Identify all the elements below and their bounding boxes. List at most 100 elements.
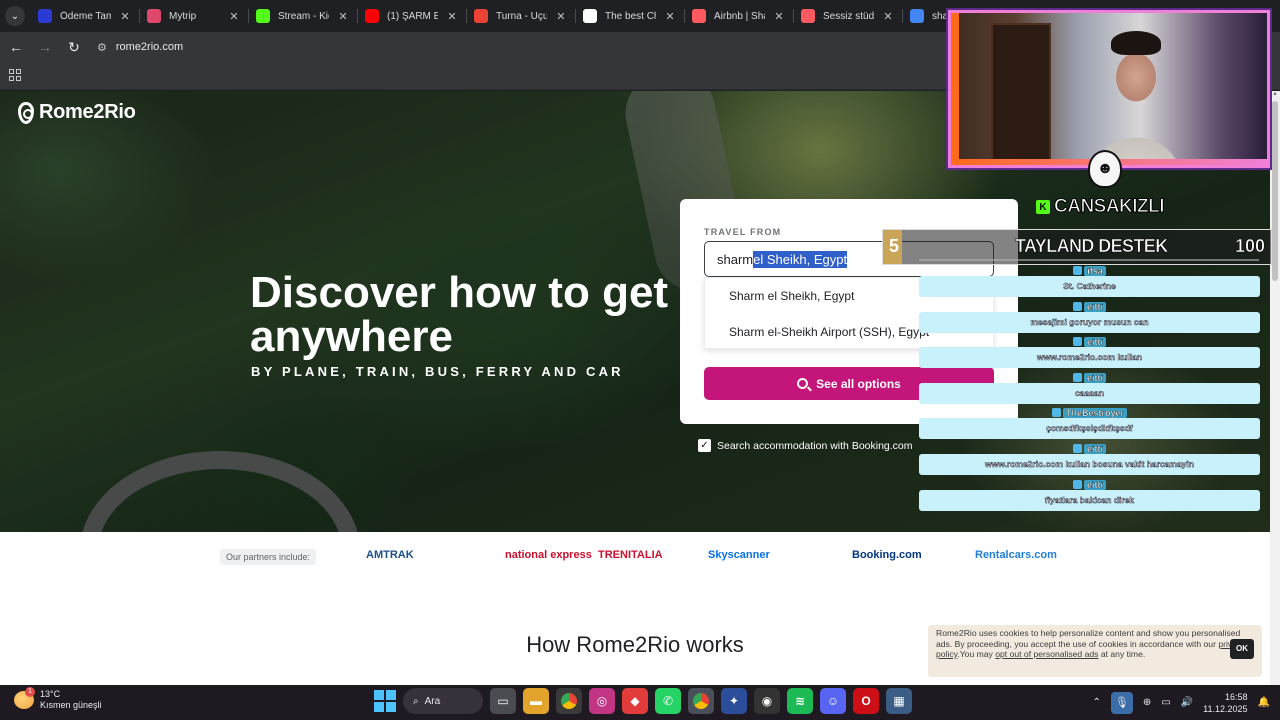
taskbar-search[interactable]: ⌕ Ara: [403, 688, 483, 714]
close-icon[interactable]: ✕: [882, 10, 894, 23]
chat-text: fiyatlara bakican direk: [919, 489, 1260, 511]
apps-grid-icon[interactable]: [9, 69, 21, 81]
goal-title: TAYLAND DESTEK: [1015, 236, 1169, 257]
tab-title: Stream - Kick: [278, 10, 329, 22]
scroll-thumb[interactable]: [1272, 101, 1278, 281]
chrome-active-icon[interactable]: [688, 688, 714, 714]
chat-badge-icon: [1051, 408, 1061, 418]
browser-tab[interactable]: The best Chat ✕: [575, 0, 684, 32]
rome2rio-logo[interactable]: Rome2Rio: [18, 101, 136, 124]
kick-icon: [256, 9, 270, 23]
see-all-options-label: See all options: [816, 376, 901, 391]
browser-tab[interactable]: Turna - Uçuş ✕: [466, 0, 575, 32]
browser-tab[interactable]: Ödeme Tamam ✕: [30, 0, 139, 32]
close-icon[interactable]: ✕: [337, 10, 349, 23]
browser-tab[interactable]: (1) ŞARM EL Ş ✕: [357, 0, 466, 32]
back-button[interactable]: ←: [3, 34, 29, 60]
close-icon[interactable]: ✕: [228, 10, 240, 23]
chevron-up-icon[interactable]: ⌃: [1092, 697, 1100, 708]
tab-title: Ödeme Tamam: [60, 10, 111, 22]
weather-widget[interactable]: 1 13°C Kısmen güneşli: [14, 687, 102, 711]
notification-bell-icon[interactable]: 🔔: [1258, 697, 1270, 708]
close-icon[interactable]: ✕: [119, 10, 131, 23]
partners-label: Our partners include:: [220, 549, 317, 565]
display-icon[interactable]: ▭: [1161, 697, 1170, 708]
chrome-icon[interactable]: [556, 688, 582, 714]
location-pin-icon: [18, 101, 34, 124]
cookie-ok-button[interactable]: OK: [1230, 639, 1254, 659]
arrow-left-icon: ←: [9, 39, 23, 55]
chat-badge-icon: [1072, 479, 1082, 489]
chat-icon: [583, 9, 597, 23]
close-icon[interactable]: ✕: [555, 10, 567, 23]
chat-text: çomsdfkşslşdkfkşsdf: [919, 418, 1260, 440]
scroll-up-icon[interactable]: ▲: [1270, 91, 1280, 101]
reload-button[interactable]: ↻: [61, 34, 87, 60]
chat-text: www.rome2rio.com kullan bosuna vakit har…: [919, 453, 1260, 475]
app-red-icon[interactable]: ◆: [622, 688, 648, 714]
chat-badge-icon: [1073, 266, 1083, 275]
donation-goal-bar: 5 TAYLAND DESTEK 100: [882, 229, 1272, 265]
instagram-icon[interactable]: ◎: [589, 688, 615, 714]
goal-current: 5: [889, 236, 900, 256]
start-button[interactable]: [374, 690, 396, 712]
task-view-icon[interactable]: ▭: [490, 688, 516, 714]
youtube-icon: [365, 9, 379, 23]
partner-logo-skyscanner: Skyscanner: [708, 549, 770, 561]
tab-title: The best Chat: [605, 10, 656, 22]
chat-username: eitti: [1083, 444, 1106, 454]
cookie-banner: Rome2Rio uses cookies to help personaliz…: [928, 625, 1262, 677]
volume-icon[interactable]: 🔊: [1181, 697, 1193, 708]
chat-badge-icon: [1072, 337, 1082, 347]
weather-sun-icon: 1: [14, 687, 35, 709]
search-icon: [797, 378, 809, 389]
spotify-icon[interactable]: ≋: [787, 688, 813, 714]
whatsapp-icon[interactable]: ✆: [655, 688, 681, 714]
file-explorer-icon[interactable]: ▬: [523, 688, 549, 714]
partners-strip: Our partners include: AMTRAK national ex…: [0, 532, 1270, 582]
network-icon[interactable]: ⊕: [1143, 697, 1151, 708]
webcam-overlay: [948, 10, 1270, 168]
chat-overlay: ifsa St. Catherine eitti mesajimi goruyor m…: [919, 263, 1260, 512]
weather-condition: Kısmen güneşli: [40, 700, 102, 710]
browser-tab[interactable]: Stream - Kick ✕: [248, 0, 357, 32]
tab-search-button[interactable]: ⌄: [0, 0, 30, 32]
hero-headline: Discover how to get anywhere: [250, 268, 669, 361]
booking-accommodation-checkbox[interactable]: ✓ Search accommodation with Booking.com: [698, 439, 913, 452]
calculator-icon[interactable]: ▦: [886, 688, 912, 714]
hero-subheadline: BY PLANE, TRAIN, BUS, FERRY AND CAR: [251, 364, 624, 379]
travel-from-label: TRAVEL FROM: [704, 227, 782, 237]
streamer-name: CANSAKIZLI: [1053, 196, 1165, 218]
obs-icon[interactable]: ◉: [754, 688, 780, 714]
url-text: rome2rio.com: [115, 41, 184, 53]
opt-out-link[interactable]: opt out of personalised ads: [995, 649, 1098, 659]
brand-name: Rome2Rio: [39, 101, 136, 123]
close-icon[interactable]: ✕: [664, 10, 676, 23]
typed-text: sharm: [717, 251, 754, 267]
browser-tab[interactable]: Sessiz stüdyo ✕: [793, 0, 902, 32]
address-bar[interactable]: ⚙ rome2rio.com: [97, 35, 183, 59]
site-info-icon[interactable]: ⚙: [97, 41, 107, 54]
page-scrollbar[interactable]: ▲: [1270, 91, 1280, 685]
discord-icon[interactable]: ☺: [820, 688, 846, 714]
chat-text: mesajimi goruyor musun can: [919, 311, 1260, 333]
close-icon[interactable]: ✕: [446, 10, 458, 23]
chat-text: www.rome2rio.com kullan: [919, 347, 1260, 369]
partner-logo-booking: Booking.com: [852, 549, 922, 561]
forward-button[interactable]: →: [32, 34, 58, 60]
booking-checkbox-label: Search accommodation with Booking.com: [717, 439, 913, 452]
opera-icon[interactable]: O: [853, 688, 879, 714]
microphone-icon[interactable]: 🎙: [1110, 691, 1133, 714]
clock[interactable]: 16:58 11.12.2025: [1203, 691, 1247, 715]
arrow-right-icon: →: [38, 39, 52, 55]
temperature: 13°C: [40, 689, 61, 699]
google-icon: [910, 9, 924, 23]
chat-badge-icon: [1072, 443, 1082, 453]
chevron-down-icon: ⌄: [5, 6, 25, 26]
browser-tab[interactable]: Airbnb | Sharm ✕: [684, 0, 793, 32]
browser-tab[interactable]: Mytrip ✕: [139, 0, 248, 32]
tab-title: Turna - Uçuş: [496, 10, 547, 22]
goal-target: 100: [1234, 236, 1266, 257]
app-blue-icon[interactable]: ✦: [721, 688, 747, 714]
close-icon[interactable]: ✕: [773, 10, 785, 23]
